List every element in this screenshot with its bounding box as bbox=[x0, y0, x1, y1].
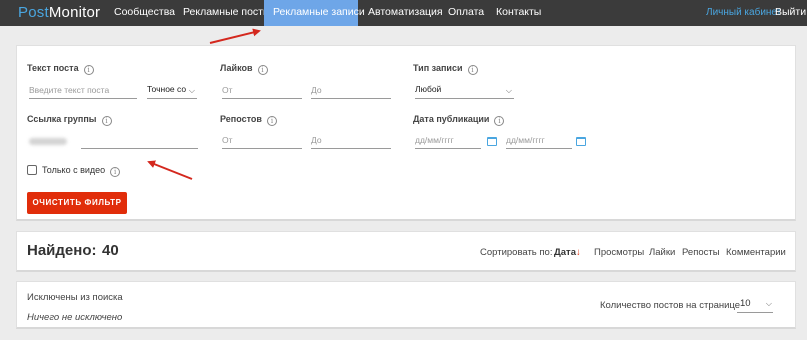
sort-by-comments[interactable]: Комментарии bbox=[726, 247, 786, 258]
info-icon[interactable]: i bbox=[494, 116, 505, 126]
clear-filter-button[interactable]: ОЧИСТИТЬ ФИЛЬТР bbox=[27, 192, 127, 214]
nav-payment[interactable]: Оплата bbox=[448, 0, 484, 26]
calendar-icon[interactable] bbox=[576, 137, 586, 146]
sort-by-reposts[interactable]: Репосты bbox=[682, 247, 720, 258]
sort-by-likes[interactable]: Лайки bbox=[649, 247, 675, 258]
logo-part-post: Post bbox=[18, 4, 49, 21]
video-only-label: Только с видео i bbox=[42, 165, 121, 177]
nav-cabinet-link[interactable]: Личный кабинет bbox=[706, 0, 781, 26]
reposts-filter-label-text: Репостов bbox=[220, 114, 262, 124]
info-icon[interactable]: i bbox=[83, 65, 94, 75]
reposts-from-input[interactable] bbox=[222, 132, 302, 149]
sort-by-date[interactable]: Дата↓ bbox=[554, 247, 581, 258]
nav-communities[interactable]: Сообщества bbox=[114, 0, 175, 26]
filter-panel: Текст постаi Лайковi Тип записиi Точное … bbox=[16, 45, 796, 221]
logo-part-monitor: Monitor bbox=[48, 4, 101, 21]
video-only-label-text: Только с видео bbox=[42, 165, 106, 175]
reposts-filter-label: Репостов i bbox=[220, 114, 277, 126]
info-icon[interactable]: i bbox=[257, 65, 268, 75]
per-page-value: 10 bbox=[740, 298, 751, 309]
info-icon[interactable]: i bbox=[110, 167, 121, 177]
exclusions-title: Исключены из поиска bbox=[27, 292, 123, 303]
found-count: 40 bbox=[102, 242, 119, 259]
calendar-icon[interactable] bbox=[487, 137, 497, 146]
sort-desc-arrow-icon: ↓ bbox=[576, 247, 581, 258]
info-icon[interactable]: i bbox=[266, 116, 277, 126]
info-icon[interactable]: i bbox=[101, 116, 112, 126]
sort-by-views[interactable]: Просмотры bbox=[594, 247, 644, 258]
chevron-down-icon: ⌵ bbox=[188, 86, 195, 95]
info-icon[interactable]: i bbox=[467, 65, 478, 75]
nav-logout-link[interactable]: Выйти bbox=[775, 0, 806, 26]
likes-from-input[interactable] bbox=[222, 82, 302, 99]
likes-to-input[interactable] bbox=[311, 82, 391, 99]
found-label: Найдено: bbox=[27, 242, 97, 259]
likes-filter-label-text: Лайков bbox=[220, 63, 253, 73]
chevron-down-icon: ⌵ bbox=[505, 86, 512, 95]
likes-filter-label: Лайков i bbox=[220, 63, 268, 75]
logo[interactable]: PostMonitor bbox=[18, 4, 100, 21]
date-from-input[interactable] bbox=[415, 132, 481, 149]
blurred-group-domain bbox=[29, 138, 67, 145]
match-mode-select[interactable]: Точное со ⌵ bbox=[147, 82, 197, 99]
nav-ad-records[interactable]: Рекламные записи bbox=[264, 0, 365, 26]
group-link-input[interactable] bbox=[81, 132, 198, 149]
video-only-checkbox[interactable] bbox=[27, 165, 37, 175]
text-filter-label: Текст поста i bbox=[27, 63, 94, 75]
sort-by-date-label: Дата bbox=[554, 247, 576, 258]
nav-contacts[interactable]: Контакты bbox=[496, 0, 541, 26]
per-page-label: Количество постов на странице bbox=[600, 300, 741, 311]
per-page-select[interactable]: 10 ⌵ bbox=[737, 296, 773, 313]
sort-label: Сортировать по: bbox=[480, 247, 553, 258]
group-link-label: Ссылка группы i bbox=[27, 114, 112, 126]
exclusions-panel: Исключены из поиска Ничего не исключено … bbox=[16, 281, 796, 329]
group-link-label-text: Ссылка группы bbox=[27, 114, 97, 124]
top-nav: PostMonitor Сообщества Рекламные посты Р… bbox=[0, 0, 807, 26]
exclusions-empty-text: Ничего не исключено bbox=[27, 312, 123, 323]
date-to-input[interactable] bbox=[506, 132, 572, 149]
record-type-select[interactable]: Любой ⌵ bbox=[415, 82, 514, 99]
match-mode-value: Точное со bbox=[147, 84, 187, 94]
text-filter-label-text: Текст поста bbox=[27, 63, 79, 73]
date-filter-label-text: Дата публикации bbox=[413, 114, 490, 124]
type-filter-label-text: Тип записи bbox=[413, 63, 463, 73]
reposts-to-input[interactable] bbox=[311, 132, 391, 149]
nav-automation[interactable]: Автоматизация bbox=[368, 0, 443, 26]
record-type-value: Любой bbox=[415, 84, 442, 94]
annotation-arrow-nav bbox=[209, 28, 261, 44]
post-text-input[interactable] bbox=[29, 82, 137, 99]
type-filter-label: Тип записи i bbox=[413, 63, 478, 75]
chevron-down-icon: ⌵ bbox=[765, 299, 772, 308]
date-filter-label: Дата публикации i bbox=[413, 114, 505, 126]
results-panel: Найдено: 40 Сортировать по: Дата↓ Просмо… bbox=[16, 231, 796, 272]
nav-ad-posts[interactable]: Рекламные посты bbox=[183, 0, 271, 26]
